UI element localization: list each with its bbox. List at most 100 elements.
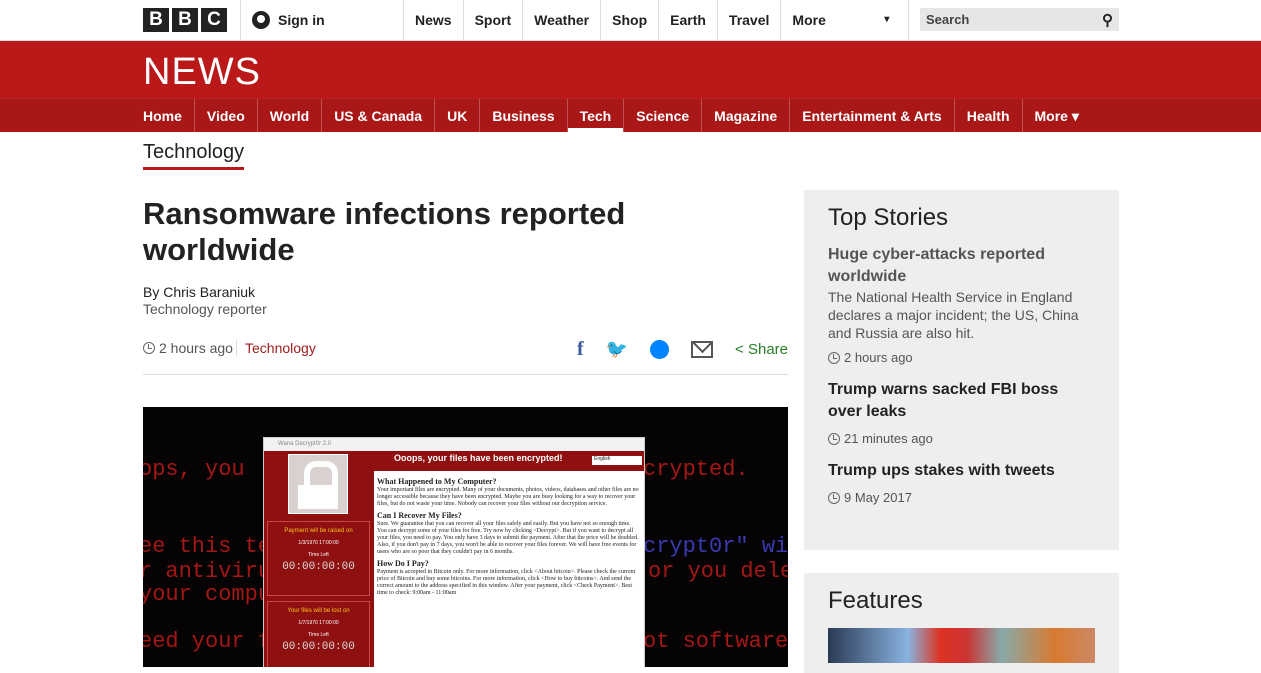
bg-text: ee this te (143, 534, 272, 559)
news-nav: Home Video World US & Canada UK Business… (0, 98, 1261, 132)
sign-in-link[interactable]: Sign in (240, 0, 403, 40)
timer-count: 00:00:00:00 (282, 641, 355, 653)
bg-text: or you dele (648, 559, 788, 584)
article-headline: Ransomware infections reported worldwide (143, 196, 626, 267)
nav-health[interactable]: Health (953, 99, 1022, 132)
language-select: English (592, 456, 642, 465)
story-title[interactable]: Trump warns sacked FBI boss over leaks (828, 379, 1095, 423)
search-box: Search ⚲ (908, 0, 1119, 40)
features: Features (804, 573, 1119, 673)
nav-magazine[interactable]: Magazine (701, 99, 789, 132)
timer-box: Your files will be lost on 1/7/1970 17:0… (267, 601, 370, 667)
features-title: Features (828, 587, 923, 614)
nav-business[interactable]: Business (479, 99, 566, 132)
story-item[interactable]: Trump ups stakes with tweets 9 May 2017 (828, 460, 1095, 505)
messenger-icon[interactable] (650, 340, 670, 359)
timestamp: 2 hours ago (143, 340, 233, 356)
timer-label: Time Left (308, 632, 329, 638)
nav-world[interactable]: World (256, 99, 321, 132)
timer-heading: Payment will be raised on (284, 528, 353, 534)
twitter-icon[interactable]: 🐦 (606, 339, 628, 360)
logo-letter: B (172, 8, 198, 32)
topnav-earth[interactable]: Earth (658, 0, 717, 40)
bg-text: crypt0r" win (643, 534, 788, 559)
topnav-weather[interactable]: Weather (522, 0, 600, 40)
bg-text: crypted. (643, 457, 749, 482)
clock-icon (828, 351, 840, 364)
share-tools: f 🐦 < Share (577, 338, 788, 361)
facebook-icon[interactable]: f (577, 338, 584, 361)
timer-box: Payment will be raised on 1/3/1970 17:00… (267, 521, 370, 596)
topnav-news[interactable]: News (403, 0, 463, 40)
top-stories: Top Stories Huge cyber-attacks reported … (804, 190, 1119, 550)
ransom-heading: Ooops, your files have been encrypted! (394, 453, 563, 463)
byline: By Chris Baraniuk Technology reporter (143, 284, 267, 318)
author: By Chris Baraniuk (143, 284, 256, 300)
logo-letter: B (143, 8, 169, 32)
topic-tag[interactable]: Technology (236, 340, 316, 356)
search-input[interactable]: Search ⚲ (920, 8, 1119, 31)
timer-label: Time Left (308, 552, 329, 558)
sign-in-label: Sign in (278, 12, 325, 28)
logo-letter: C (201, 8, 227, 32)
topnav-travel[interactable]: Travel (716, 0, 780, 40)
story-time: 9 May 2017 (828, 490, 1095, 505)
section-title[interactable]: Technology (143, 141, 245, 170)
share-button[interactable]: < Share (735, 341, 788, 358)
ransom-section-text: Sure. We guarantee that you can recover … (377, 521, 639, 555)
article-image: ops, you crypted. ee this te crypt0r" wi… (143, 407, 788, 667)
story-time: 21 minutes ago (828, 431, 1095, 446)
share-label: Share (747, 341, 788, 358)
ransom-section-heading: Can I Recover My Files? (377, 511, 462, 520)
ransom-section-text: Your important files are encrypted. Many… (377, 487, 639, 507)
bg-text: ot software. (643, 629, 788, 654)
article-meta: 2 hours ago Technology f 🐦 < Share (143, 338, 788, 375)
share-icon: < (735, 341, 744, 358)
top-nav: News Sport Weather Shop Earth Travel Mor… (403, 0, 897, 40)
time-label: 2 hours ago (844, 350, 913, 365)
search-placeholder: Search (926, 12, 970, 27)
time-label: 21 minutes ago (844, 431, 933, 446)
bg-text: ops, you (143, 457, 245, 482)
bbc-logo[interactable]: B B C (143, 8, 227, 32)
top-bar: B B C Sign in News Sport Weather Shop Ea… (0, 0, 1261, 41)
search-icon[interactable]: ⚲ (1102, 11, 1113, 29)
ransom-text: What Happened to My Computer? Your import… (374, 471, 644, 667)
story-time: 2 hours ago (828, 350, 1095, 365)
padlock-icon (288, 454, 348, 514)
news-logo[interactable]: NEWS (143, 51, 261, 94)
ransom-section-heading: What Happened to My Computer? (377, 477, 497, 486)
timer-count: 00:00:00:00 (282, 561, 355, 573)
bg-text: eed your f (143, 629, 272, 654)
topnav-more[interactable]: More (780, 0, 897, 40)
story-title[interactable]: Trump ups stakes with tweets (828, 460, 1095, 482)
ransom-section-heading: How Do I Pay? (377, 559, 429, 568)
nav-tech[interactable]: Tech (566, 99, 624, 132)
email-icon[interactable] (691, 341, 714, 358)
bg-text: your compu (143, 582, 272, 607)
top-stories-title: Top Stories (828, 204, 949, 231)
topnav-shop[interactable]: Shop (600, 0, 658, 40)
nav-science[interactable]: Science (623, 99, 701, 132)
nav-video[interactable]: Video (193, 99, 257, 132)
window-title: Wana Decrypt0r 2.0 (264, 438, 644, 451)
time-label: 9 May 2017 (844, 490, 912, 505)
nav-entertainment-arts[interactable]: Entertainment & Arts (789, 99, 954, 132)
nav-more[interactable]: More ▾ (1021, 99, 1091, 132)
nav-us-canada[interactable]: US & Canada (321, 99, 434, 132)
author-role: Technology reporter (143, 301, 267, 317)
news-banner: NEWS (0, 41, 1261, 98)
time-label: 2 hours ago (159, 340, 233, 356)
nav-home[interactable]: Home (143, 99, 194, 132)
timer-date: 1/7/1970 17:00:00 (298, 620, 339, 626)
nav-uk[interactable]: UK (434, 99, 479, 132)
story-item[interactable]: Trump warns sacked FBI boss over leaks 2… (828, 379, 1095, 446)
story-title[interactable]: Huge cyber-attacks reported worldwide (828, 244, 1095, 288)
clock-icon (828, 491, 840, 504)
feature-image[interactable] (828, 628, 1095, 663)
timer-heading: Your files will be lost on (287, 608, 350, 614)
topnav-sport[interactable]: Sport (462, 0, 523, 40)
ransom-window: Wana Decrypt0r 2.0 Ooops, your files hav… (263, 437, 645, 667)
story-item[interactable]: Huge cyber-attacks reported worldwide Th… (828, 244, 1095, 365)
story-summary: The National Health Service in England d… (828, 289, 1079, 341)
